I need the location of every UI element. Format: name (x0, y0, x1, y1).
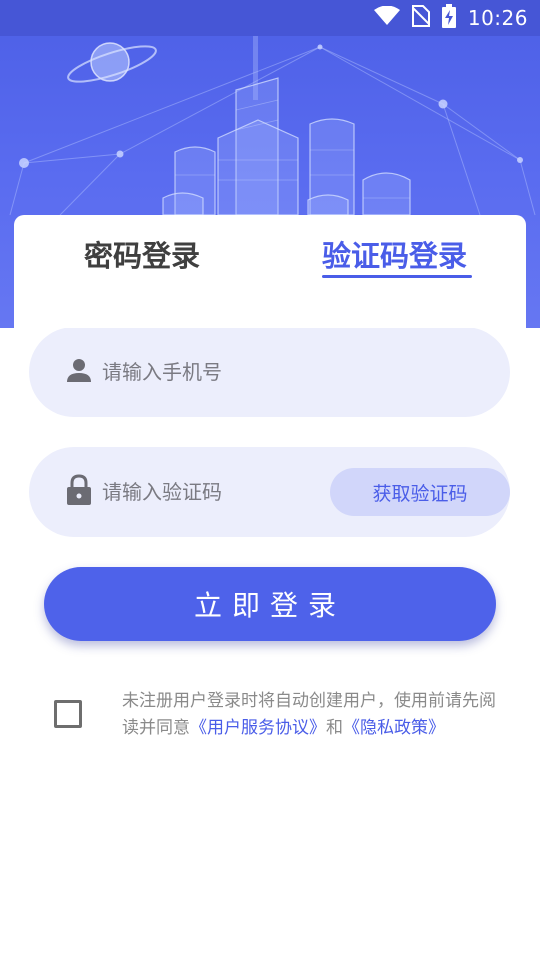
phone-input[interactable] (102, 327, 342, 417)
service-agreement-link[interactable]: 《用户服务协议》 (190, 718, 326, 738)
code-input[interactable] (102, 447, 342, 537)
agreement-text: 未注册用户登录时将自动创建用户，使用前请先阅读并同意《用户服务协议》和《隐私政策… (122, 688, 512, 742)
code-field[interactable]: 获取验证码 (29, 447, 510, 537)
wifi-icon (373, 5, 400, 30)
user-icon (66, 357, 92, 387)
get-code-button[interactable]: 获取验证码 (330, 468, 510, 516)
planet-graphic (67, 42, 157, 83)
status-bar: 10:26 (0, 0, 540, 36)
tab-password-login[interactable]: 密码登录 (84, 233, 200, 275)
login-button[interactable]: 立即登录 (44, 567, 496, 641)
agreement-checkbox[interactable] (54, 700, 82, 728)
lock-icon (66, 474, 92, 510)
no-sim-icon (411, 5, 431, 31)
battery-charging-icon (441, 4, 456, 32)
status-time: 10:26 (467, 6, 528, 30)
agreement-connector: 和 (326, 718, 343, 738)
phone-field[interactable] (29, 327, 510, 417)
tab-code-login[interactable]: 验证码登录 (322, 233, 467, 275)
form-background (0, 328, 540, 960)
login-screen: 10:26 密码登录 验证码登录 获取验证码 立即登录 (0, 0, 540, 960)
privacy-policy-link[interactable]: 《隐私政策》 (343, 718, 445, 738)
login-tabs: 密码登录 验证码登录 (14, 215, 526, 328)
active-tab-indicator (322, 275, 472, 278)
